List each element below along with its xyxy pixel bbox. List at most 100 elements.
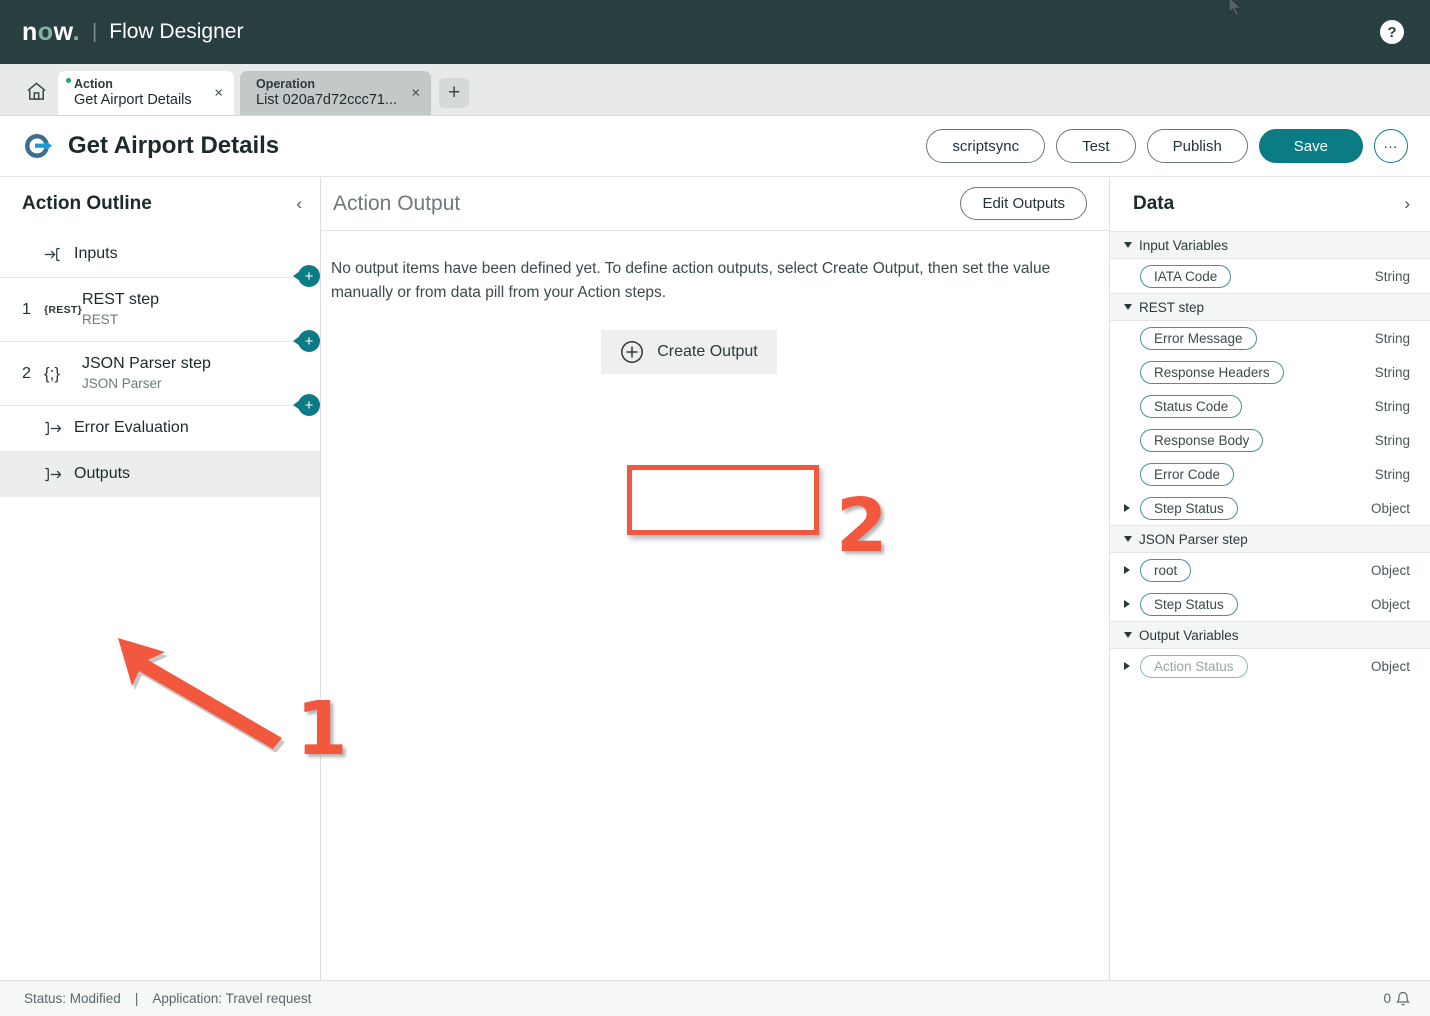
create-output-button[interactable]: Create Output	[601, 330, 777, 375]
chevron-left-icon[interactable]: ‹	[296, 194, 302, 214]
add-step-button[interactable]: +	[293, 265, 320, 287]
data-section-output-variables[interactable]: Output Variables	[1110, 621, 1430, 649]
data-pill-iata-code[interactable]: IATA Code	[1140, 264, 1232, 288]
now-logo-text: now.	[22, 17, 81, 46]
test-button[interactable]: Test	[1056, 129, 1136, 163]
action-output-body: No output items have been defined yet. T…	[321, 231, 1109, 375]
json-glyph: {;}	[44, 363, 61, 383]
data-type-label: String	[1374, 268, 1410, 284]
expand-slot[interactable]	[1124, 504, 1140, 512]
data-panel: Data › Input Variables IATA Code String …	[1109, 177, 1430, 1012]
chevron-right-icon[interactable]: ›	[1404, 194, 1410, 214]
data-pill-response-body[interactable]: Response Body	[1140, 428, 1264, 452]
sidebar-item-error-evaluation[interactable]: Error Evaluation	[0, 405, 320, 451]
data-section-rest-step[interactable]: REST step	[1110, 293, 1430, 321]
tab-kind-label: Operation	[256, 77, 316, 92]
sidebar-item-rest-step[interactable]: 1 {REST} REST step REST +	[0, 277, 320, 352]
empty-state-message: No output items have been defined yet. T…	[331, 260, 1051, 301]
notification-area[interactable]: 0	[1383, 991, 1410, 1007]
data-pill-root[interactable]: root	[1140, 558, 1192, 582]
action-output-heading: Action Output	[333, 191, 461, 215]
rest-glyph: {REST}	[44, 303, 82, 316]
expand-slot[interactable]	[1124, 566, 1140, 574]
tab-name-label: Get Airport Details	[74, 91, 192, 108]
tab-operation[interactable]: Operation List 020a7d72ccc71... ×	[240, 71, 432, 115]
add-step-button[interactable]: +	[293, 330, 320, 352]
title-actions: scriptsync Test Publish Save …	[926, 129, 1408, 163]
plus-icon: +	[298, 394, 320, 416]
step-number: 1	[22, 300, 31, 318]
close-icon[interactable]: ×	[411, 85, 420, 102]
action-outline-panel: Action Outline ‹ Inputs + 1 {REST} REST …	[0, 177, 321, 1012]
sidebar-item-sublabel: JSON Parser	[82, 376, 162, 392]
data-section-input-variables[interactable]: Input Variables	[1110, 231, 1430, 259]
action-outline-header: Action Outline ‹	[0, 177, 320, 231]
add-step-button[interactable]: +	[293, 394, 320, 416]
action-output-header: Action Output Edit Outputs	[321, 177, 1109, 231]
data-pill-response-headers[interactable]: Response Headers	[1140, 360, 1284, 384]
tab-strip: Action Get Airport Details × Operation L…	[0, 64, 1430, 116]
data-type-label: String	[1374, 330, 1410, 346]
sidebar-item-json-parser-step[interactable]: 2 {;} JSON Parser step JSON Parser +	[0, 341, 320, 416]
data-row[interactable]: Error Code String	[1110, 457, 1430, 491]
triangle-right-icon	[1124, 600, 1130, 608]
rest-icon: {REST}	[44, 304, 82, 316]
add-tab-button[interactable]: +	[439, 78, 470, 108]
bell-icon	[1396, 991, 1410, 1005]
page-title: Get Airport Details	[68, 132, 280, 159]
publish-button[interactable]: Publish	[1146, 129, 1248, 163]
data-row[interactable]: Error Message String	[1110, 321, 1430, 355]
action-output-panel: Action Output Edit Outputs No output ite…	[321, 177, 1109, 1012]
data-pill-error-message[interactable]: Error Message	[1140, 326, 1257, 350]
sidebar-item-outputs[interactable]: Outputs	[0, 451, 320, 497]
status-label: Status: Modified	[24, 991, 121, 1006]
close-icon[interactable]: ×	[214, 85, 223, 102]
sidebar-item-label: Outputs	[74, 465, 131, 483]
save-button[interactable]: Save	[1258, 129, 1363, 163]
expand-slot[interactable]	[1124, 662, 1140, 670]
data-row[interactable]: Action Status Object	[1110, 649, 1430, 683]
triangle-right-icon	[1124, 662, 1130, 670]
create-output-wrap: Create Output	[291, 330, 1087, 375]
data-row[interactable]: Step Status Object	[1110, 491, 1430, 525]
scriptsync-button[interactable]: scriptsync	[926, 129, 1046, 163]
data-pill-step-status[interactable]: Step Status	[1140, 496, 1238, 520]
triangle-right-icon	[1124, 566, 1130, 574]
data-section-label: JSON Parser step	[1139, 531, 1248, 547]
data-type-label: Object	[1370, 500, 1410, 516]
data-row[interactable]: root Object	[1110, 553, 1430, 587]
data-row[interactable]: IATA Code String	[1110, 259, 1430, 293]
json-parser-icon: {;}	[44, 364, 82, 384]
tab-action[interactable]: Action Get Airport Details ×	[58, 71, 234, 115]
edit-outputs-button[interactable]: Edit Outputs	[960, 187, 1087, 220]
data-row[interactable]: Status Code String	[1110, 389, 1430, 423]
now-logo[interactable]: now.	[22, 17, 81, 46]
sidebar-item-inputs[interactable]: Inputs +	[0, 231, 320, 287]
help-icon[interactable]: ?	[1380, 20, 1404, 44]
plus-icon: +	[298, 330, 320, 352]
brand-separator: |	[92, 20, 98, 43]
sidebar-item-label: JSON Parser step	[82, 355, 211, 373]
app-body: Action Outline ‹ Inputs + 1 {REST} REST …	[0, 177, 1430, 1012]
data-row[interactable]: Response Body String	[1110, 423, 1430, 457]
expand-slot[interactable]	[1124, 600, 1140, 608]
data-pill-action-status[interactable]: Action Status	[1140, 654, 1248, 678]
data-pill-status-code[interactable]: Status Code	[1140, 394, 1243, 418]
more-options-button[interactable]: …	[1374, 129, 1408, 163]
triangle-down-icon	[1124, 242, 1132, 248]
data-pill-step-status[interactable]: Step Status	[1140, 592, 1238, 616]
data-section-json-parser-step[interactable]: JSON Parser step	[1110, 525, 1430, 553]
data-row[interactable]: Response Headers String	[1110, 355, 1430, 389]
data-row[interactable]: Step Status Object	[1110, 587, 1430, 621]
data-panel-title: Data	[1133, 193, 1175, 214]
triangle-right-icon	[1124, 504, 1130, 512]
status-bar: Status: Modified | Application: Travel r…	[0, 980, 1430, 1016]
triangle-down-icon	[1124, 632, 1132, 638]
home-icon[interactable]	[14, 69, 58, 113]
triangle-down-icon	[1124, 304, 1132, 310]
tab-name-label: List 020a7d72ccc71...	[256, 91, 398, 108]
data-pill-error-code[interactable]: Error Code	[1140, 462, 1235, 486]
exit-arrow-icon	[44, 420, 74, 437]
app-title: Flow Designer	[109, 20, 244, 43]
application-label: Application: Travel request	[152, 991, 312, 1006]
